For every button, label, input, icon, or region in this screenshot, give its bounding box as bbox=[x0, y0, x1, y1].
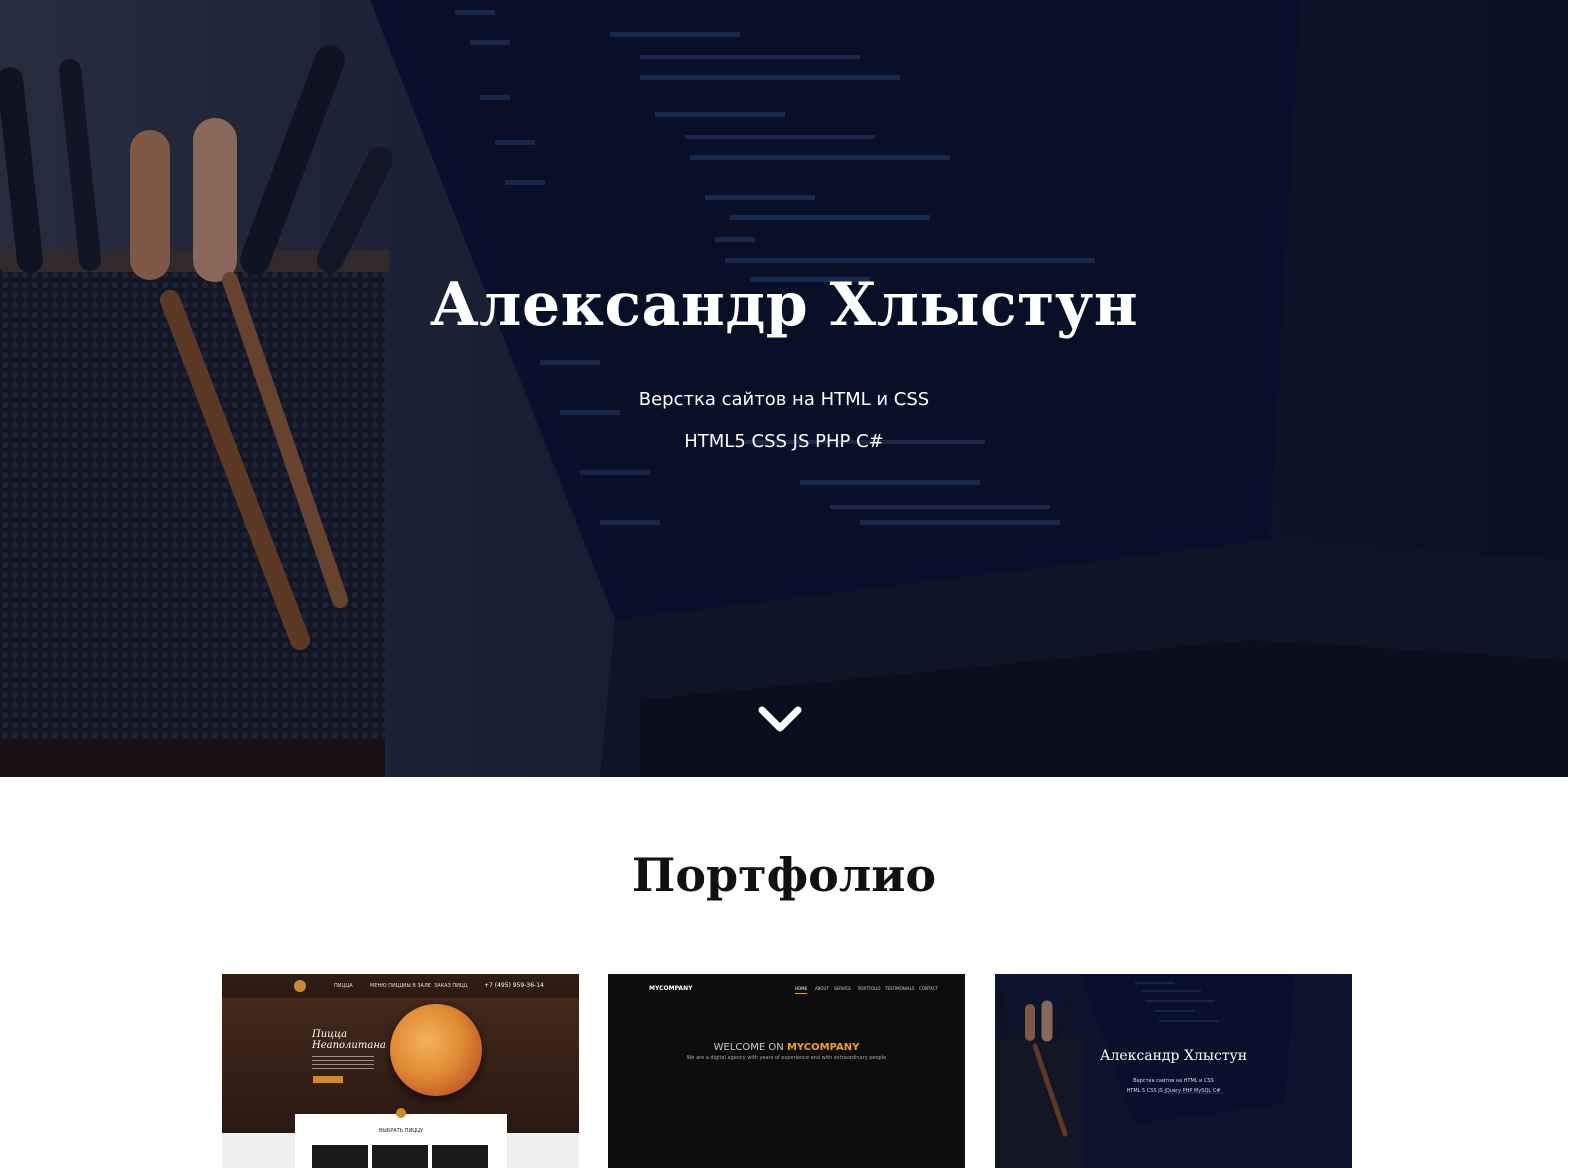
mycompany-nav-item: HOME bbox=[795, 986, 808, 994]
pizza-image bbox=[390, 1004, 482, 1096]
mycompany-tagline: We are a digital agency with years of ex… bbox=[686, 1055, 887, 1061]
pizza-nav-item: ПИЦЦА bbox=[334, 983, 353, 989]
mycompany-nav-item: CONTACT bbox=[919, 986, 938, 991]
preview-title: Александр Хлыстун bbox=[1099, 1048, 1248, 1064]
pizza-heading-line: Неаполитана bbox=[312, 1040, 386, 1051]
mycompany-nav-item: PORTFOLIO bbox=[858, 986, 881, 991]
hero-skills: HTML5 CSS JS PHP C# bbox=[684, 431, 884, 452]
preview-skills: HTML 5 CSS JS jQuery PHP MySQL C# bbox=[1126, 1088, 1221, 1094]
pizza-nav-item: МЕНЮ ПИЦЦ bbox=[370, 983, 404, 989]
mycompany-nav-item: ABOUT bbox=[815, 986, 829, 991]
portfolio-title: Портфолио bbox=[631, 848, 937, 902]
mycompany-logo: MYCOMPANY bbox=[649, 985, 693, 992]
pizza-panel-badge bbox=[396, 1108, 406, 1118]
welcome-brand: MYCOMPANY bbox=[786, 1042, 860, 1053]
pizza-nav-item: МЫ В ЗАЛЕ bbox=[402, 983, 431, 989]
portfolio-site-background bbox=[995, 974, 1352, 1168]
pizza-phone: +7 (495) 959-36-14 bbox=[484, 982, 544, 989]
pizza-logo-icon bbox=[294, 980, 306, 992]
mycompany-nav-item: SERVICE bbox=[834, 986, 851, 991]
portfolio-item-portfolio-site[interactable]: Александр Хлыстун Верстка сайтов на HTML… bbox=[995, 974, 1352, 1168]
chevron-down-icon bbox=[758, 706, 802, 732]
mycompany-nav-item: TESTIMONIALS bbox=[885, 986, 915, 991]
scroll-down-button[interactable] bbox=[756, 700, 804, 740]
pizza-panel-title: ВЫБРАТЬ ПИЦЦУ bbox=[378, 1128, 424, 1134]
hero-section: Александр Хлыстун Верстка сайтов на HTML… bbox=[0, 0, 1568, 777]
portfolio-item-pizza[interactable]: ПИЦЦА МЕНЮ ПИЦЦ МЫ В ЗАЛЕ ЗАКАЗ ПИЦЦ +7 … bbox=[222, 974, 579, 1168]
hero-title: Александр Хлыстун bbox=[429, 270, 1139, 340]
pizza-heading: Пицца Неаполитана bbox=[312, 1029, 386, 1051]
mycompany-welcome: WELCOME ON MYCOMPANY bbox=[608, 1042, 965, 1053]
pizza-thumbnail bbox=[372, 1145, 428, 1168]
preview-subtitle: Верстка сайтов на HTML и CSS bbox=[1133, 1078, 1214, 1084]
pizza-thumbnail bbox=[312, 1145, 368, 1168]
pizza-description-lines bbox=[312, 1056, 374, 1070]
welcome-text: WELCOME ON bbox=[713, 1042, 784, 1053]
pizza-site-navbar: ПИЦЦА МЕНЮ ПИЦЦ МЫ В ЗАЛЕ ЗАКАЗ ПИЦЦ +7 … bbox=[222, 974, 579, 998]
pizza-thumbnail bbox=[432, 1145, 488, 1168]
pizza-heading-line: Пицца bbox=[312, 1029, 348, 1040]
pizza-order-button bbox=[313, 1076, 343, 1083]
portfolio-item-mycompany[interactable]: MYCOMPANY HOME ABOUT SERVICE PORTFOLIO T… bbox=[608, 974, 965, 1168]
hero-subtitle: Верстка сайтов на HTML и CSS bbox=[638, 389, 930, 410]
pizza-nav-item: ЗАКАЗ ПИЦЦ bbox=[434, 983, 468, 989]
